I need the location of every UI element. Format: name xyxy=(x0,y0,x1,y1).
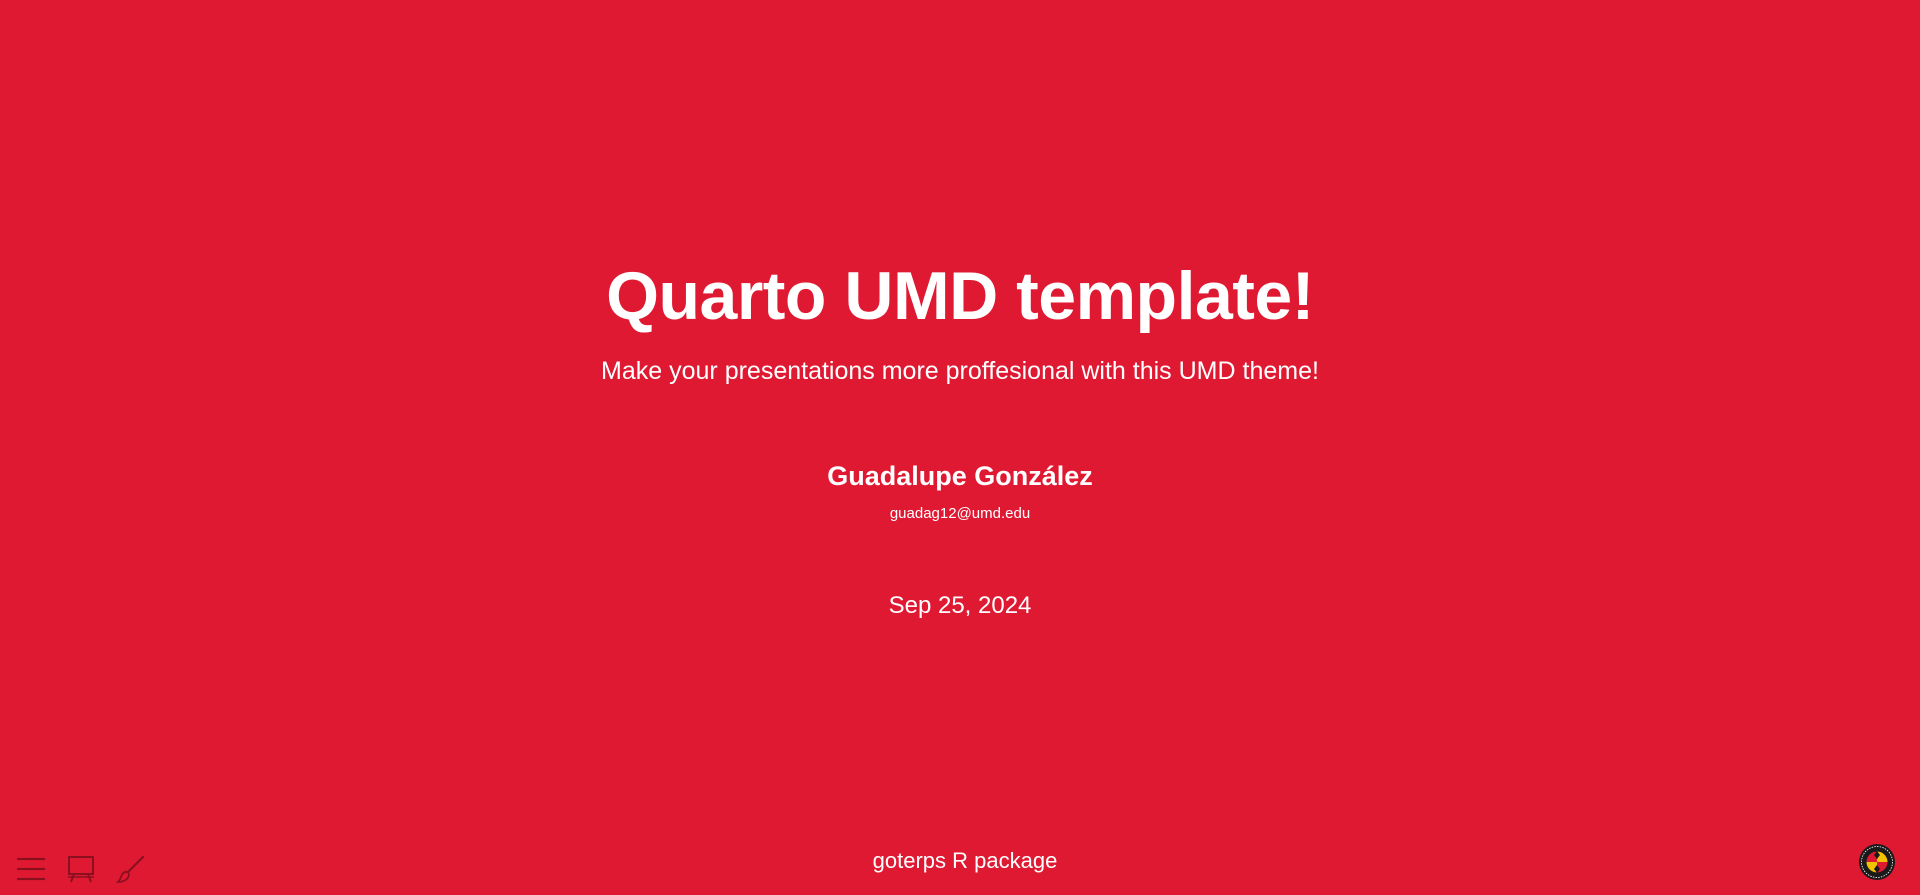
easel-icon xyxy=(68,856,94,883)
author-email: guadag12@umd.edu xyxy=(889,505,1031,522)
brush-icon xyxy=(116,855,145,883)
slide-controls xyxy=(14,852,148,886)
slide-subtitle: Make your presentations more proffesiona… xyxy=(601,357,1319,385)
hamburger-menu-icon xyxy=(17,857,45,881)
title-slide: Quarto UMD template! Make your presentat… xyxy=(0,0,1920,895)
menu-button[interactable] xyxy=(14,852,48,886)
slide-footer: goterps R package xyxy=(872,848,1058,873)
slide-title: Quarto UMD template! xyxy=(606,258,1314,334)
chalkboard-button[interactable] xyxy=(114,852,148,886)
presentation-date: Sep 25, 2024 xyxy=(888,592,1032,619)
umd-seal-logo xyxy=(1858,843,1896,881)
slide-overview-button[interactable] xyxy=(64,852,98,886)
author-name: Guadalupe González xyxy=(827,461,1093,491)
